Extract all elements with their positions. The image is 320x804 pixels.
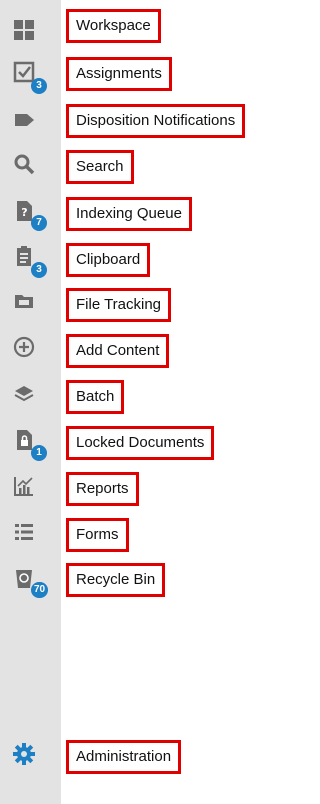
clipboard-badge: 3 [31,262,47,278]
indexing-queue-badge: 7 [31,215,47,231]
nav-item-search[interactable]: Search [66,150,134,184]
assignments-badge: 3 [31,78,47,94]
list-icon[interactable] [12,520,36,544]
gear-icon[interactable] [12,742,36,766]
tag-icon[interactable] [12,108,36,132]
nav-item-reports[interactable]: Reports [66,472,139,506]
nav-item-batch[interactable]: Batch [66,380,125,414]
nav-item-assignments[interactable]: Assignments [66,57,172,91]
locked-documents-badge: 1 [31,445,47,461]
layers-icon[interactable] [12,382,36,406]
search-icon[interactable] [12,152,36,176]
nav-item-forms[interactable]: Forms [66,518,129,552]
recycle-bin-badge: 70 [31,582,49,598]
folder-icon[interactable] [12,289,36,313]
nav-item-disposition-notifications[interactable]: Disposition Notifications [66,104,246,138]
nav-item-workspace[interactable]: Workspace [66,9,161,43]
plus-circle-icon[interactable] [12,335,36,359]
chart-icon[interactable] [12,474,36,498]
nav-item-file-tracking[interactable]: File Tracking [66,288,172,322]
nav-item-indexing-queue[interactable]: Indexing Queue [66,197,192,231]
nav-item-clipboard[interactable]: Clipboard [66,243,151,277]
nav-item-administration[interactable]: Administration [66,740,182,774]
nav-item-add-content[interactable]: Add Content [66,334,170,368]
nav-item-locked-documents[interactable]: Locked Documents [66,426,215,460]
nav-item-recycle-bin[interactable]: Recycle Bin [66,563,166,597]
svg-text:?: ? [21,206,27,219]
grid-icon[interactable] [12,18,36,42]
